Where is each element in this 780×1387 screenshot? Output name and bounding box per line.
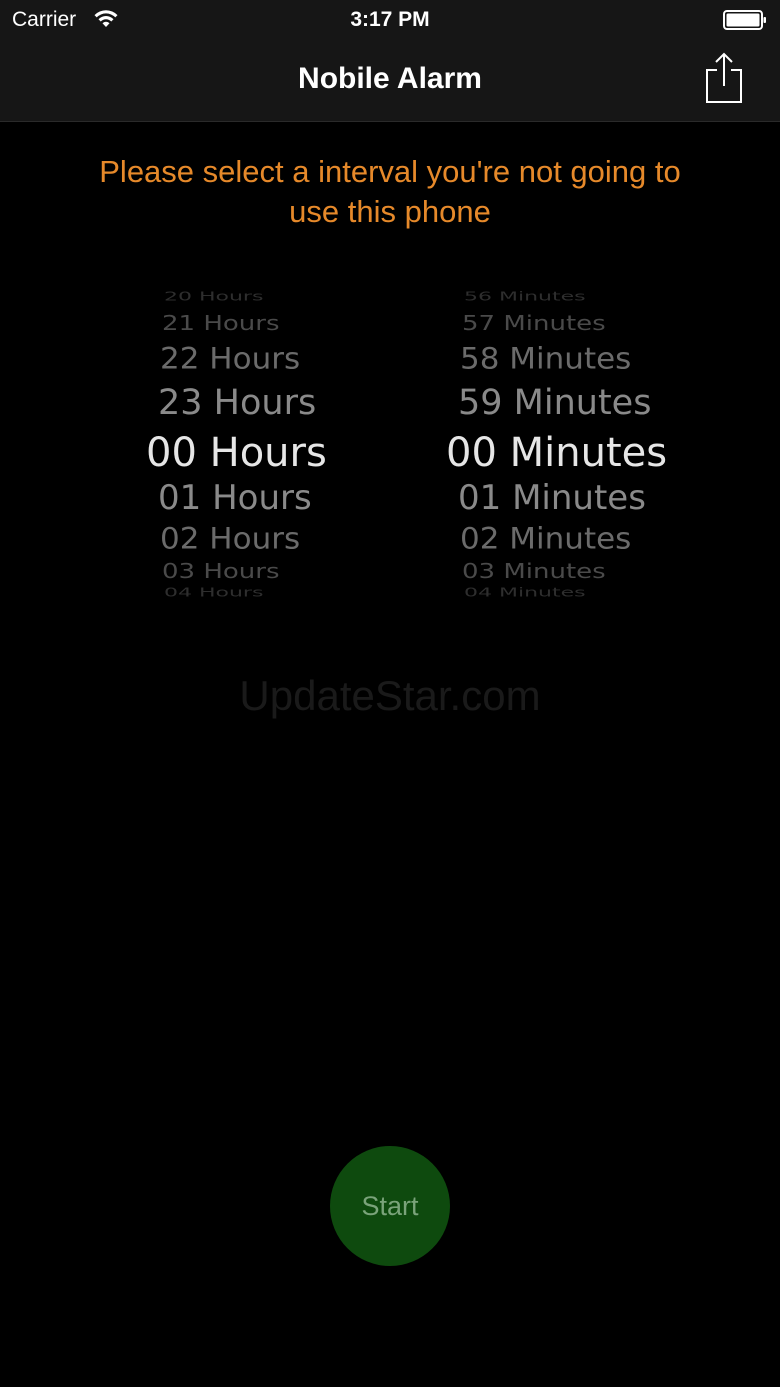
hours-picker[interactable]: 20 Hours 21 Hours 22 Hours 23 Hours 00 H… bbox=[110, 286, 370, 604]
minutes-picker-row[interactable]: 03 Minutes bbox=[430, 560, 720, 583]
minutes-picker-row[interactable]: 58 Minutes bbox=[430, 342, 720, 376]
minutes-picker[interactable]: 56 Minutes 57 Minutes 58 Minutes 59 Minu… bbox=[430, 286, 720, 604]
nav-bar: Nobile Alarm bbox=[0, 40, 780, 122]
start-button[interactable]: Start bbox=[330, 1146, 450, 1266]
minutes-picker-row[interactable]: 04 Minutes bbox=[430, 586, 720, 600]
start-button-label: Start bbox=[361, 1190, 419, 1221]
instruction-line-2: use this phone bbox=[289, 194, 491, 229]
hours-picker-row[interactable]: 20 Hours bbox=[110, 290, 370, 304]
minutes-picker-row[interactable]: 59 Minutes bbox=[430, 383, 720, 423]
minutes-picker-row[interactable]: 56 Minutes bbox=[430, 290, 720, 304]
hours-picker-row[interactable]: 22 Hours bbox=[110, 342, 370, 376]
status-bar: Carrier 3:17 PM bbox=[0, 0, 780, 40]
battery-full-icon bbox=[723, 10, 766, 30]
hours-picker-row[interactable]: 01 Hours bbox=[110, 478, 370, 518]
minutes-picker-row[interactable]: 01 Minutes bbox=[430, 478, 720, 518]
hours-picker-row[interactable]: 23 Hours bbox=[110, 383, 370, 423]
instruction-line-1: Please select a interval you're not goin… bbox=[99, 154, 681, 189]
watermark: UpdateStar.com bbox=[239, 672, 541, 719]
status-time: 3:17 PM bbox=[350, 8, 430, 31]
share-icon bbox=[706, 52, 742, 103]
minutes-picker-selected-row[interactable]: 00 Minutes bbox=[430, 430, 720, 476]
minutes-picker-row[interactable]: 02 Minutes bbox=[430, 522, 720, 556]
hours-picker-row[interactable]: 21 Hours bbox=[110, 312, 370, 335]
hours-picker-row[interactable]: 03 Hours bbox=[110, 560, 370, 583]
share-button[interactable] bbox=[700, 48, 748, 108]
page-title: Nobile Alarm bbox=[298, 62, 482, 95]
hours-picker-selected-row[interactable]: 00 Hours bbox=[110, 430, 370, 476]
minutes-picker-row[interactable]: 57 Minutes bbox=[430, 312, 720, 335]
instruction-text: Please select a interval you're not goin… bbox=[40, 152, 740, 232]
hours-picker-row[interactable]: 02 Hours bbox=[110, 522, 370, 556]
hours-picker-row[interactable]: 04 Hours bbox=[110, 586, 370, 600]
